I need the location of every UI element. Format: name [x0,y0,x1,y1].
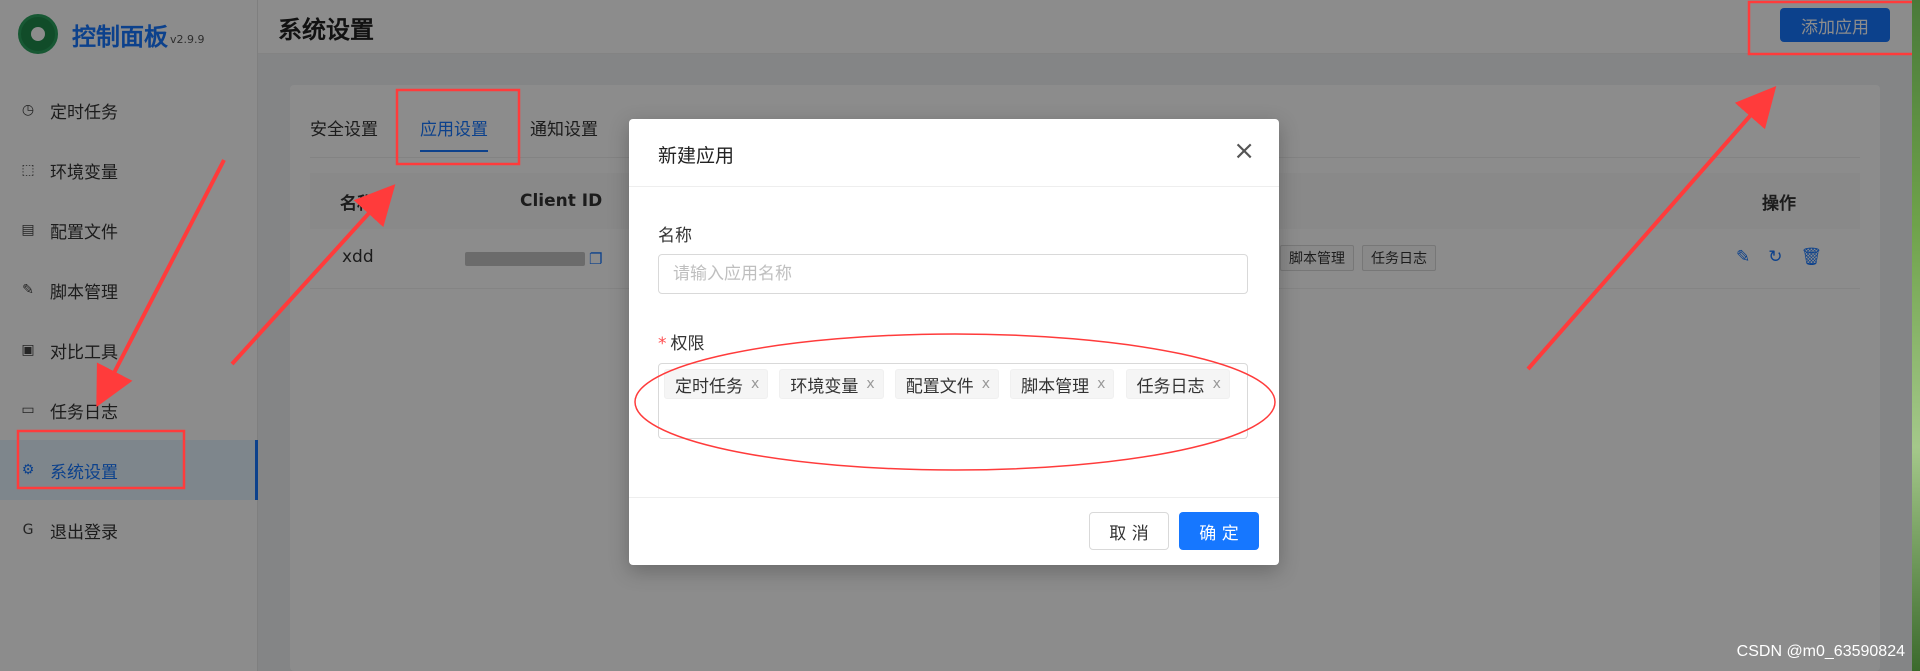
cancel-button[interactable]: 取 消 [1089,512,1169,550]
required-mark: * [658,334,667,354]
tag-close-icon[interactable]: x [866,376,874,392]
selected-tag-config: 配置文件 x [894,369,1000,399]
selected-tag-env: 环境变量 x [779,369,884,399]
tag-label: 定时任务 [675,376,743,397]
modal-footer: 取 消 确 定 [629,497,1279,565]
background-edge [1912,0,1920,671]
app-name-input[interactable] [658,254,1248,294]
tag-close-icon[interactable]: x [751,376,759,392]
permissions-label: * 权限 [658,329,705,354]
selected-tag-scripts: 脚本管理 x [1010,369,1115,399]
tag-label: 任务日志 [1136,376,1205,397]
permissions-select[interactable]: 定时任务 x 环境变量 x 配置文件 x 脚本管理 x 任务日志 x [658,363,1248,439]
selected-tag-logs: 任务日志 x [1125,369,1230,399]
close-icon[interactable]: × [1233,137,1255,165]
confirm-button[interactable]: 确 定 [1179,512,1259,550]
name-label: 名称 [658,226,692,246]
selected-tag-cron: 定时任务 x [664,369,769,399]
tag-label: 环境变量 [790,376,859,397]
modal-header: 新建应用 × [629,119,1279,187]
tag-label: 脚本管理 [1021,376,1090,397]
tag-close-icon[interactable]: x [1097,376,1105,392]
tag-close-icon[interactable]: x [982,376,990,392]
tag-label: 配置文件 [905,376,974,397]
modal-title: 新建应用 [658,145,735,167]
tag-close-icon[interactable]: x [1213,376,1221,392]
new-app-modal: 新建应用 × 名称 *权限 定时任务 x 环境变量 x 配置文件 x 脚本管理 x 任务… [629,119,1279,565]
permissions-label-text: 权限 [670,334,705,354]
watermark: CSDN @m0_63590824 [1736,643,1905,660]
